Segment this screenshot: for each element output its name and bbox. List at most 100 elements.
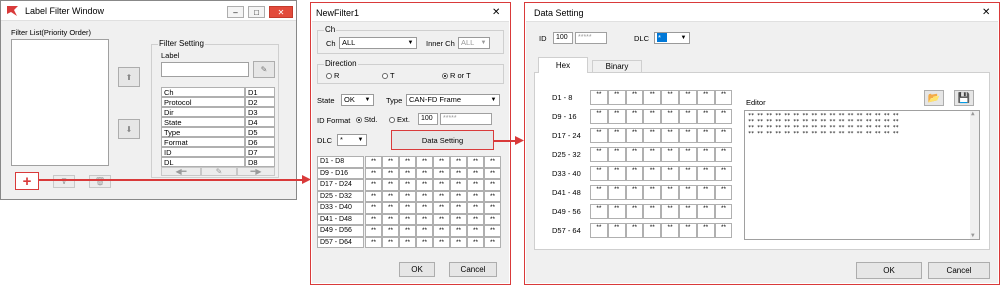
data-cell[interactable]: **: [661, 204, 679, 219]
std-radio[interactable]: Std.: [356, 115, 377, 124]
data-cell[interactable]: **: [714, 90, 733, 105]
dir-r-or-t-radio[interactable]: R or T: [442, 71, 471, 80]
data-cell[interactable]: **: [484, 190, 501, 202]
data-cell[interactable]: **: [625, 90, 644, 105]
filter-list[interactable]: [11, 39, 109, 166]
state-select[interactable]: OK ▼: [341, 94, 374, 106]
id-input[interactable]: 100: [553, 32, 573, 44]
data-cell[interactable]: **: [382, 202, 399, 214]
cancel-button[interactable]: Cancel: [449, 262, 497, 277]
data-cell[interactable]: **: [679, 204, 697, 219]
data-cell[interactable]: **: [416, 225, 433, 237]
save-button[interactable]: 💾: [954, 90, 974, 106]
data-cell[interactable]: **: [643, 109, 662, 124]
close-button[interactable]: ✕: [269, 6, 293, 18]
data-cell[interactable]: **: [416, 190, 433, 202]
data-cell[interactable]: **: [679, 128, 697, 143]
data-cell[interactable]: **: [467, 179, 484, 191]
data-cell[interactable]: **: [399, 167, 416, 179]
data-cell[interactable]: **: [450, 202, 467, 214]
data-cell[interactable]: **: [714, 223, 733, 238]
filter-button[interactable]: ⊽: [53, 175, 75, 188]
maximize-button[interactable]: □: [248, 6, 265, 18]
data-cell[interactable]: **: [643, 147, 662, 162]
close-icon[interactable]: ✕: [492, 7, 500, 18]
data-cell[interactable]: **: [484, 236, 501, 248]
data-cell[interactable]: **: [679, 223, 697, 238]
data-cell[interactable]: **: [365, 167, 382, 179]
data-cell[interactable]: **: [467, 236, 484, 248]
data-cell[interactable]: **: [625, 109, 644, 124]
tab-binary[interactable]: Binary: [592, 60, 642, 73]
data-cell[interactable]: **: [399, 156, 416, 168]
data-cell[interactable]: **: [484, 202, 501, 214]
dlc-select[interactable]: * ▼: [654, 32, 690, 44]
edit-button[interactable]: ✎: [201, 167, 237, 176]
data-cell[interactable]: **: [433, 213, 450, 225]
data-cell[interactable]: **: [679, 90, 697, 105]
data-cell[interactable]: **: [433, 167, 450, 179]
add-filter-button[interactable]: +: [15, 172, 39, 190]
data-cell[interactable]: **: [607, 204, 626, 219]
prev-button[interactable]: ◀━: [161, 167, 201, 176]
data-cell[interactable]: **: [433, 179, 450, 191]
data-cell[interactable]: **: [399, 179, 416, 191]
data-cell[interactable]: **: [590, 185, 608, 200]
data-cell[interactable]: **: [607, 109, 626, 124]
data-cell[interactable]: **: [661, 223, 679, 238]
delete-button[interactable]: 🗑: [89, 175, 111, 188]
data-cell[interactable]: **: [607, 166, 626, 181]
data-cell[interactable]: **: [433, 202, 450, 214]
data-cell[interactable]: **: [661, 128, 679, 143]
data-cell[interactable]: **: [679, 166, 697, 181]
data-cell[interactable]: **: [365, 202, 382, 214]
data-cell[interactable]: **: [679, 147, 697, 162]
data-cell[interactable]: **: [625, 166, 644, 181]
open-folder-button[interactable]: 📂: [924, 90, 944, 106]
data-cell[interactable]: **: [467, 167, 484, 179]
ext-radio[interactable]: Ext.: [389, 115, 410, 124]
data-cell[interactable]: **: [416, 167, 433, 179]
data-cell[interactable]: **: [661, 166, 679, 181]
data-cell[interactable]: **: [399, 225, 416, 237]
data-cell[interactable]: **: [365, 225, 382, 237]
dlc-select[interactable]: * ▼: [337, 134, 367, 146]
data-cell[interactable]: **: [607, 185, 626, 200]
data-cell[interactable]: **: [365, 190, 382, 202]
data-cell[interactable]: **: [590, 90, 608, 105]
data-cell[interactable]: **: [382, 236, 399, 248]
move-up-button[interactable]: ⬆: [118, 67, 140, 87]
ok-button[interactable]: OK: [399, 262, 435, 277]
data-cell[interactable]: **: [714, 147, 733, 162]
data-cell[interactable]: **: [590, 109, 608, 124]
data-cell[interactable]: **: [450, 167, 467, 179]
data-cell[interactable]: **: [625, 185, 644, 200]
data-cell[interactable]: **: [450, 179, 467, 191]
data-cell[interactable]: **: [433, 190, 450, 202]
data-cell[interactable]: **: [416, 179, 433, 191]
data-cell[interactable]: **: [365, 179, 382, 191]
data-cell[interactable]: **: [607, 147, 626, 162]
data-cell[interactable]: **: [661, 90, 679, 105]
editor-textarea[interactable]: ** ** ** ** ** ** ** ** ** ** ** ** ** *…: [744, 110, 980, 240]
data-cell[interactable]: **: [433, 156, 450, 168]
data-cell[interactable]: **: [661, 109, 679, 124]
data-cell[interactable]: **: [416, 236, 433, 248]
data-cell[interactable]: **: [590, 128, 608, 143]
data-cell[interactable]: **: [696, 128, 715, 143]
data-cell[interactable]: **: [467, 225, 484, 237]
cancel-button[interactable]: Cancel: [928, 262, 990, 279]
data-cell[interactable]: **: [679, 185, 697, 200]
data-cell[interactable]: **: [696, 185, 715, 200]
data-cell[interactable]: **: [484, 156, 501, 168]
data-cell[interactable]: **: [399, 213, 416, 225]
data-setting-button[interactable]: Data Setting: [391, 130, 494, 150]
data-cell[interactable]: **: [416, 202, 433, 214]
data-cell[interactable]: **: [382, 156, 399, 168]
data-cell[interactable]: **: [450, 236, 467, 248]
data-cell[interactable]: **: [625, 204, 644, 219]
data-cell[interactable]: **: [696, 147, 715, 162]
data-cell[interactable]: **: [450, 156, 467, 168]
data-cell[interactable]: **: [679, 109, 697, 124]
move-down-button[interactable]: ⬇: [118, 119, 140, 139]
